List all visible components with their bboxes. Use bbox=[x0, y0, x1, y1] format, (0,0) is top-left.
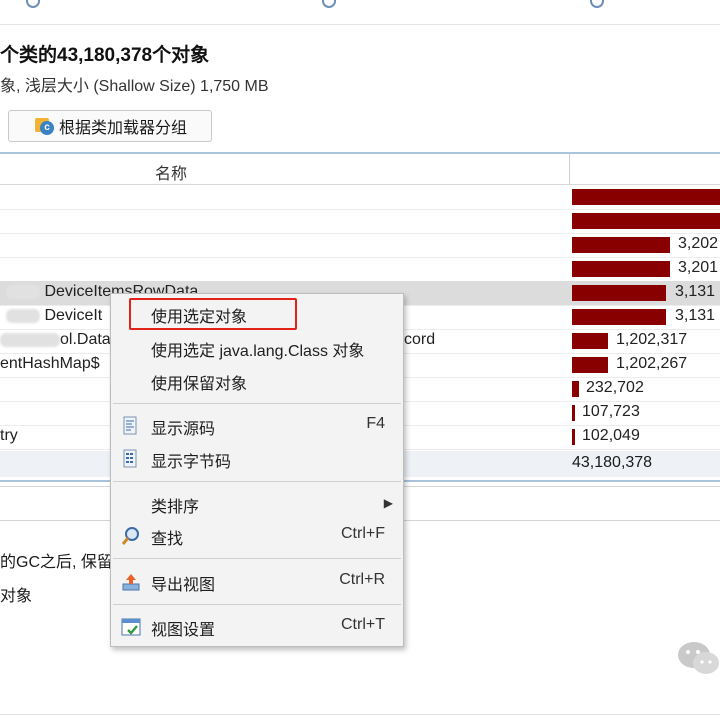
page-title: 个类的43,180,378个对象 bbox=[0, 45, 210, 66]
size-bar bbox=[572, 309, 666, 325]
row-count: 1,202,317 bbox=[616, 331, 688, 348]
shortcut-label: Ctrl+R bbox=[339, 571, 385, 588]
context-menu: 使用选定对象 使用选定 java.lang.Class 对象 使用保留对象 显示… bbox=[110, 293, 404, 647]
shortcut-label: Ctrl+T bbox=[341, 616, 385, 633]
top-toolbar-strip bbox=[0, 0, 720, 25]
wechat-watermark-icon bbox=[676, 638, 720, 678]
shortcut-label: Ctrl+F bbox=[341, 525, 385, 542]
column-separator[interactable] bbox=[569, 154, 570, 184]
row-count: 1,202,267 bbox=[616, 355, 688, 372]
menu-separator bbox=[113, 403, 401, 404]
page-subtitle: 象, 浅层大小 (Shallow Size) 1,750 MB bbox=[0, 78, 269, 95]
submenu-arrow-icon: ▶ bbox=[383, 496, 393, 510]
size-bar bbox=[572, 405, 575, 421]
row-class-name: try bbox=[0, 427, 18, 444]
size-bar bbox=[572, 189, 720, 205]
row-count: 3,202 bbox=[678, 235, 719, 252]
menu-item-find[interactable]: 查找 Ctrl+F bbox=[111, 520, 403, 550]
table-row[interactable]: 3,201 bbox=[0, 257, 720, 282]
row-count: 3,131 bbox=[675, 307, 716, 324]
group-by-classloader-button[interactable]: c 根据类加载器分组 bbox=[8, 110, 212, 142]
row-class-name: entHashMap$ bbox=[0, 355, 100, 372]
magnifier-icon bbox=[121, 526, 141, 546]
row-count: 3,131 bbox=[675, 283, 716, 300]
menu-item-use-selected-class-objects[interactable]: 使用选定 java.lang.Class 对象 bbox=[111, 332, 403, 362]
view-settings-icon bbox=[121, 617, 141, 637]
row-count: 107,723 bbox=[582, 403, 640, 420]
menu-item-show-bytecode[interactable]: 显示字节码 bbox=[111, 443, 403, 473]
toolbar-icon-fragment bbox=[26, 0, 40, 8]
size-bar bbox=[572, 237, 670, 253]
table-row[interactable] bbox=[0, 185, 720, 210]
row-class-name: ol.Data bbox=[0, 331, 111, 349]
window-bottom-edge bbox=[0, 714, 720, 715]
classloader-icon: c bbox=[35, 117, 54, 135]
group-by-classloader-label: 根据类加载器分组 bbox=[59, 120, 188, 137]
row-count: 102,049 bbox=[582, 427, 640, 444]
table-row[interactable] bbox=[0, 209, 720, 234]
menu-item-view-settings[interactable]: 视图设置 Ctrl+T bbox=[111, 611, 403, 641]
toolbar-icon-fragment bbox=[590, 0, 604, 8]
retained-description: 的GC之后, 保留 bbox=[0, 554, 113, 571]
menu-item-export-view[interactable]: 导出视图 Ctrl+R bbox=[111, 566, 403, 596]
menu-separator bbox=[113, 481, 401, 482]
menu-item-class-sort[interactable]: 类排序 ▶ bbox=[111, 488, 403, 518]
size-bar bbox=[572, 261, 670, 277]
export-icon bbox=[121, 572, 141, 592]
size-bar bbox=[572, 357, 608, 373]
row-class-name-suffix: cord bbox=[404, 331, 436, 348]
row-class-name: DeviceIt bbox=[6, 307, 102, 325]
menu-item-use-retained-objects[interactable]: 使用保留对象 bbox=[111, 365, 403, 395]
row-count: 3,201 bbox=[678, 259, 719, 276]
menu-separator bbox=[113, 558, 401, 559]
size-bar bbox=[572, 285, 666, 301]
size-bar bbox=[572, 381, 579, 397]
shortcut-label: F4 bbox=[366, 415, 385, 432]
table-header: 名称 bbox=[0, 154, 720, 185]
source-code-icon bbox=[121, 416, 141, 436]
retained-description-2: 对象 bbox=[0, 588, 33, 605]
menu-separator bbox=[113, 604, 401, 605]
size-bar bbox=[572, 213, 720, 229]
total-count: 43,180,378 bbox=[572, 454, 653, 471]
menu-item-show-source[interactable]: 显示源码 F4 bbox=[111, 410, 403, 440]
row-count: 232,702 bbox=[586, 379, 644, 396]
bytecode-icon bbox=[121, 449, 141, 469]
size-bar bbox=[572, 429, 575, 445]
highlight-annotation-box bbox=[129, 298, 297, 330]
table-row[interactable]: 3,202 bbox=[0, 233, 720, 258]
column-header-name[interactable]: 名称 bbox=[155, 160, 187, 184]
toolbar-icon-fragment bbox=[322, 0, 336, 8]
size-bar bbox=[572, 333, 608, 349]
